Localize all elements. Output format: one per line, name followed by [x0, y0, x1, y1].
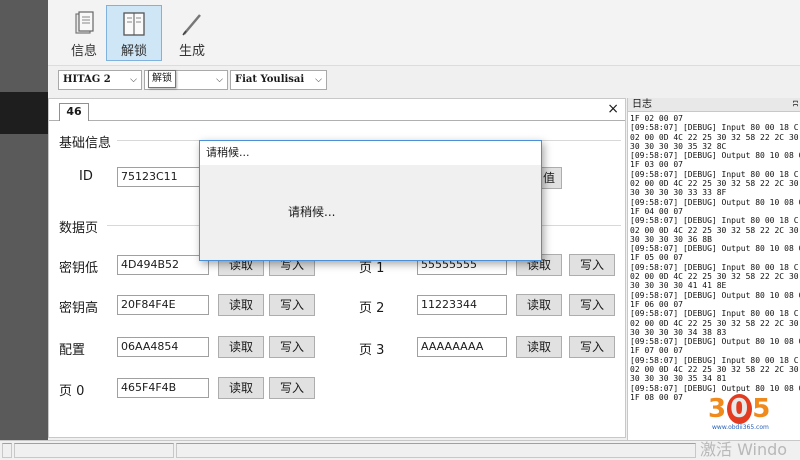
page3-read-button[interactable]: 读取: [516, 336, 562, 358]
generate-button-label: 生成: [178, 44, 205, 59]
close-icon[interactable]: ×: [607, 101, 619, 117]
generate-button[interactable]: 生成: [164, 5, 220, 61]
status-segment: [14, 443, 174, 458]
key-low-label: 密钥低: [59, 261, 99, 276]
dialog-message: 请稍候...: [288, 205, 336, 219]
status-bar: [0, 440, 800, 460]
log-header: 日志 ʭ: [628, 98, 800, 112]
config-label: 配置: [59, 343, 86, 358]
info-button[interactable]: 信息: [56, 5, 112, 61]
activate-windows-text: 激活 Windo: [700, 440, 788, 459]
left-dark-strip: [0, 0, 48, 460]
log-title: 日志: [632, 99, 652, 110]
watermark-digit: 3: [708, 394, 728, 424]
please-wait-dialog: 请稍候... 请稍候...: [199, 140, 542, 261]
page2-read-button[interactable]: 读取: [516, 294, 562, 316]
config-field[interactable]: 06AA4854: [117, 337, 209, 357]
chevron-down-icon: ⌵: [216, 75, 223, 85]
page2-field[interactable]: 11223344: [417, 295, 507, 315]
status-segment: [2, 443, 12, 458]
config-read-button[interactable]: 读取: [218, 336, 264, 358]
toolbar: 信息 解锁 生成: [48, 0, 800, 66]
watermark-digit: 0: [727, 394, 753, 424]
id-label: ID: [79, 169, 93, 184]
key-high-label: 密钥高: [59, 301, 99, 316]
unlock-button[interactable]: 解锁: [106, 5, 162, 61]
pen-generate-icon: [182, 14, 201, 36]
watermark-logo: 305 www.obdii365.com 激活 Windo: [700, 394, 800, 460]
chip-select-value: HITAG 2: [63, 74, 111, 85]
unlock-button-label: 解锁: [120, 44, 147, 59]
info-button-label: 信息: [70, 44, 97, 59]
watermark-number: 305: [708, 394, 771, 424]
page2-write-button[interactable]: 写入: [569, 294, 615, 316]
unlock-tooltip: 解锁: [148, 70, 176, 88]
basic-info-heading: 基础信息: [59, 136, 112, 151]
book-unlock-icon: [123, 12, 145, 36]
page3-write-button[interactable]: 写入: [569, 336, 615, 358]
key-low-field[interactable]: 4D494B52: [117, 255, 209, 275]
page3-field[interactable]: AAAAAAAA: [417, 337, 507, 357]
vehicle-select-value: Fiat Youlisai: [235, 74, 305, 85]
vehicle-select[interactable]: Fiat Youlisai ⌵: [230, 70, 327, 90]
partial-value-button-label: 值: [542, 171, 555, 185]
dialog-title: 请稍候...: [200, 141, 541, 165]
page0-write-button[interactable]: 写入: [269, 377, 315, 399]
page2-label: 页 2: [359, 301, 385, 316]
log-panel: 日志 ʭ 1F 02 00 07 [09:58:07] [DEBUG] Inpu…: [627, 98, 800, 440]
chevron-down-icon: ⌵: [315, 75, 322, 85]
page3-label: 页 3: [359, 343, 385, 358]
status-segment: [176, 443, 696, 458]
page1-write-button[interactable]: 写入: [569, 254, 615, 276]
tab-strip: 46 ×: [49, 99, 625, 121]
page0-field[interactable]: 465F4F4B: [117, 378, 209, 398]
watermark-digit: 5: [752, 394, 772, 424]
tab-46[interactable]: 46: [59, 103, 89, 121]
info-document-icon: [75, 11, 94, 34]
chip-select[interactable]: HITAG 2 ⌵: [58, 70, 142, 90]
data-pages-heading: 数据页: [59, 221, 99, 236]
id-field[interactable]: 75123C11: [117, 167, 209, 187]
page0-read-button[interactable]: 读取: [218, 377, 264, 399]
left-strip-band: [0, 92, 48, 134]
config-write-button[interactable]: 写入: [269, 336, 315, 358]
watermark-site: www.obdii365.com: [712, 424, 769, 431]
chevron-down-icon: ⌵: [130, 75, 137, 85]
page0-label: 页 0: [59, 384, 85, 399]
key-high-read-button[interactable]: 读取: [218, 294, 264, 316]
key-high-write-button[interactable]: 写入: [269, 294, 315, 316]
pin-icon[interactable]: ʭ: [793, 98, 798, 111]
key-high-field[interactable]: 20F84F4E: [117, 295, 209, 315]
log-text[interactable]: 1F 02 00 07 [09:58:07] [DEBUG] Input 80 …: [628, 112, 800, 438]
